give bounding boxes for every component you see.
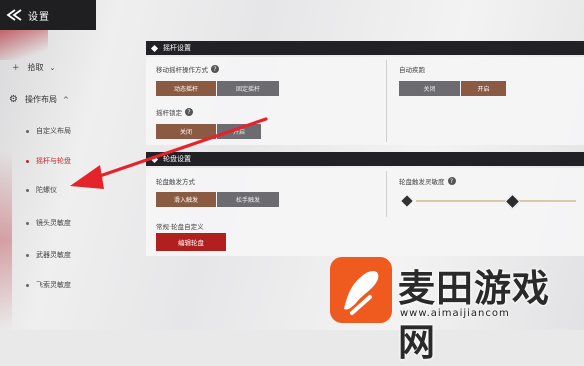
divider — [386, 171, 387, 217]
option-off[interactable]: 关闭 — [399, 81, 461, 96]
divider — [386, 60, 387, 142]
bullet-icon — [26, 159, 29, 163]
sidebar-group-label: 操作布局 — [24, 95, 57, 104]
section-title: 轮盘设置 — [163, 155, 191, 163]
page-title: 设置 — [28, 11, 50, 23]
slider-track[interactable] — [416, 200, 576, 202]
bullet-icon — [26, 283, 29, 287]
auto-sprint-label: 自动疾跑 — [399, 66, 425, 74]
bullet-icon — [26, 129, 29, 133]
auto-sprint-toggle: 关闭 开启 — [399, 81, 507, 96]
sidebar-item-label: 飞索灵敏度 — [36, 281, 71, 289]
sidebar-item-label: 摇杆与轮盘 — [36, 157, 71, 165]
option-on[interactable]: 开启 — [217, 124, 262, 139]
sidebar-group-pickup[interactable]: + 拾取 ⌄ — [12, 62, 55, 73]
trigger-mode-label: 轮盘触发方式 — [156, 178, 195, 186]
diamond-icon — [150, 155, 159, 163]
section-title: 摇杆设置 — [163, 44, 191, 52]
sidebar: + 拾取 ⌄ ⚙ 操作布局 ^ 自定义布局 摇杆与轮盘 陀螺仪 镜头灵敏度 武器… — [0, 30, 140, 330]
top-bar: 设置 — [0, 0, 96, 30]
move-mode-label: 移动摇杆操作方式 ? — [156, 64, 219, 74]
sidebar-item-custom-layout[interactable]: 自定义布局 — [26, 126, 71, 136]
sidebar-group-label: 拾取 — [27, 63, 44, 72]
back-icon[interactable] — [0, 0, 28, 30]
sidebar-item-camera-sensitivity[interactable]: 镜头灵敏度 — [26, 218, 71, 228]
help-icon[interactable]: ? — [185, 108, 193, 116]
diamond-icon — [150, 44, 159, 52]
sidebar-item-label: 陀螺仪 — [36, 186, 57, 194]
sidebar-group-layout[interactable]: ⚙ 操作布局 ^ — [9, 94, 69, 105]
label-text: 摇杆锁定 — [156, 109, 182, 117]
lock-toggle: 关闭 开启 — [156, 124, 262, 139]
joystick-section-header: 摇杆设置 — [146, 41, 584, 55]
sidebar-item-label: 武器灵敏度 — [36, 251, 71, 259]
sidebar-item-gyroscope[interactable]: 陀螺仪 — [26, 185, 57, 195]
bullet-icon — [26, 221, 29, 225]
sensitivity-label: 轮盘触发灵敏度 ? — [399, 176, 456, 186]
label-text: 移动摇杆操作方式 — [156, 66, 208, 74]
sidebar-item-weapon-sensitivity[interactable]: 武器灵敏度 — [26, 250, 71, 260]
move-mode-toggle: 动态摇杆 固定摇杆 — [156, 81, 280, 96]
option-slide-in[interactable]: 滑入触发 — [156, 192, 217, 207]
sidebar-item-joystick-wheel[interactable]: 摇杆与轮盘 — [26, 156, 71, 166]
plus-icon: + — [12, 62, 20, 73]
option-release[interactable]: 松手触发 — [217, 192, 280, 207]
wheel-custom-label: 常规·轮盘自定义 — [156, 223, 204, 231]
label-text: 轮盘触发灵敏度 — [399, 178, 445, 186]
edit-wheel-button[interactable]: 编辑轮盘 — [156, 233, 226, 251]
help-icon[interactable]: ? — [211, 65, 219, 73]
bullet-icon — [26, 253, 29, 257]
option-on[interactable]: 开启 — [461, 81, 507, 96]
sidebar-item-label: 自定义布局 — [36, 127, 71, 135]
sidebar-item-label: 镜头灵敏度 — [36, 219, 71, 227]
option-dynamic-joystick[interactable]: 动态摇杆 — [156, 81, 217, 96]
watermark-logo — [330, 257, 392, 323]
sidebar-item-grapple-sensitivity[interactable]: 飞索灵敏度 — [26, 280, 71, 290]
trigger-mode-toggle: 滑入触发 松手触发 — [156, 192, 280, 207]
wheel-section-header: 轮盘设置 — [146, 152, 584, 166]
chevron-up-icon: ^ — [62, 95, 69, 104]
lock-label: 摇杆锁定 ? — [156, 107, 193, 117]
help-icon[interactable]: ? — [447, 177, 456, 185]
gear-icon: ⚙ — [9, 94, 18, 105]
option-fixed-joystick[interactable]: 固定摇杆 — [217, 81, 280, 96]
watermark-url: www.aimaijiancom — [400, 308, 510, 319]
bullet-icon — [26, 188, 29, 192]
option-off[interactable]: 关闭 — [156, 124, 217, 139]
chevron-down-icon: ⌄ — [49, 63, 56, 72]
